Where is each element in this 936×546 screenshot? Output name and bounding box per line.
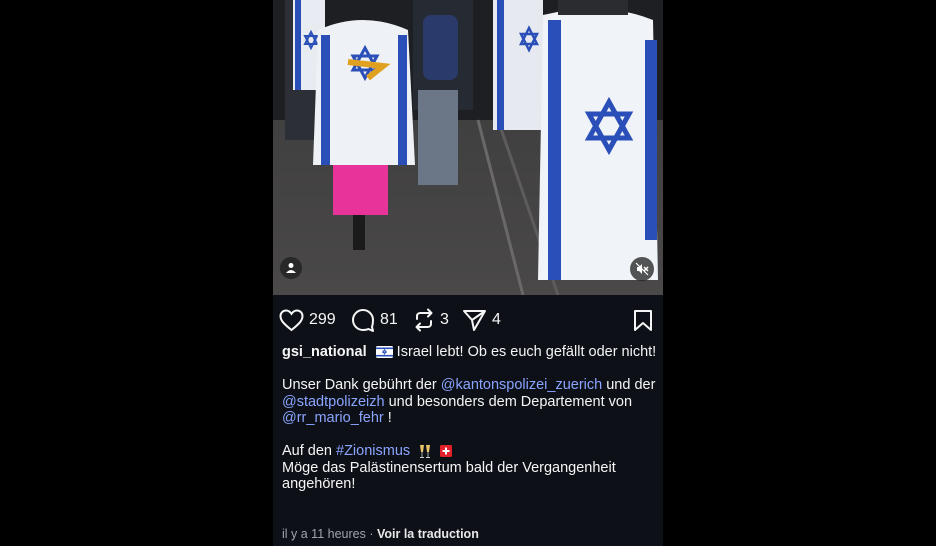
heart-icon — [279, 308, 304, 331]
caption-thanks-paragraph: Unser Dank gebührt der @kantonspolizei_z… — [282, 377, 657, 427]
comment-bubble-icon — [352, 309, 374, 332]
caption-connector-2: und besonders dem Departement von — [384, 393, 633, 410]
repost-arrows-icon — [415, 308, 433, 332]
meta-separator: · — [365, 527, 377, 541]
israel-flag-emoji-icon — [375, 346, 393, 359]
person-tag-icon — [286, 263, 296, 273]
share-button[interactable]: 4 — [462, 305, 501, 335]
caption-connector-1: und der — [602, 377, 656, 393]
action-bar: 299 81 3 4 — [273, 305, 663, 335]
repost-count: 3 — [440, 311, 449, 328]
save-button[interactable] — [633, 305, 653, 335]
like-button[interactable]: 299 — [279, 305, 336, 335]
bookmark-icon — [634, 309, 652, 331]
caption-headline: Israel lebt! Ob es euch gefällt oder nic… — [396, 344, 657, 360]
caption-connector-3: ! — [383, 410, 392, 426]
post-video[interactable] — [273, 0, 663, 295]
share-count: 4 — [492, 311, 501, 328]
post-card: 299 81 3 4 gsi_national Israel lebt! Ob … — [273, 0, 663, 546]
tagged-people-button[interactable] — [280, 257, 302, 279]
mute-toggle-button[interactable] — [630, 257, 654, 281]
like-count: 299 — [309, 311, 336, 328]
post-meta: il y a 11 heures · Voir la traduction — [282, 527, 479, 541]
comment-count: 81 — [380, 311, 398, 328]
comment-button[interactable]: 81 — [351, 305, 398, 335]
caption-thanks-prefix: Unser Dank gebührt der — [282, 377, 441, 393]
caption-hashtag-line: Auf den #Zionismus — [282, 443, 657, 460]
video-frame-israel-flags-march — [273, 0, 663, 295]
hashtag-zionismus[interactable]: #Zionismus — [336, 443, 410, 459]
mention-kantonspolizei[interactable]: @kantonspolizei_zuerich — [441, 377, 602, 393]
mention-stadtpolizei[interactable]: @stadtpolizeizh — [282, 394, 385, 410]
caption-username[interactable]: gsi_national — [282, 344, 367, 360]
speaker-muted-icon — [635, 262, 649, 276]
paper-plane-icon — [463, 310, 486, 331]
caption-hashtag-prefix: Auf den — [282, 443, 337, 459]
mention-mario-fehr[interactable]: @rr_mario_fehr — [282, 410, 384, 426]
caption-last-line: Möge das Palästinensertum bald der Verga… — [282, 459, 616, 493]
see-translation-link[interactable]: Voir la traduction — [377, 527, 479, 541]
champagne-glasses-emoji-icon — [420, 444, 431, 458]
swiss-flag-emoji-icon — [440, 445, 453, 458]
post-timestamp: il y a 11 heures — [282, 527, 366, 541]
repost-button[interactable]: 3 — [413, 305, 449, 335]
post-caption: gsi_national Israel lebt! Ob es euch gef… — [282, 344, 657, 493]
caption-line-1: gsi_national Israel lebt! Ob es euch gef… — [282, 344, 657, 361]
